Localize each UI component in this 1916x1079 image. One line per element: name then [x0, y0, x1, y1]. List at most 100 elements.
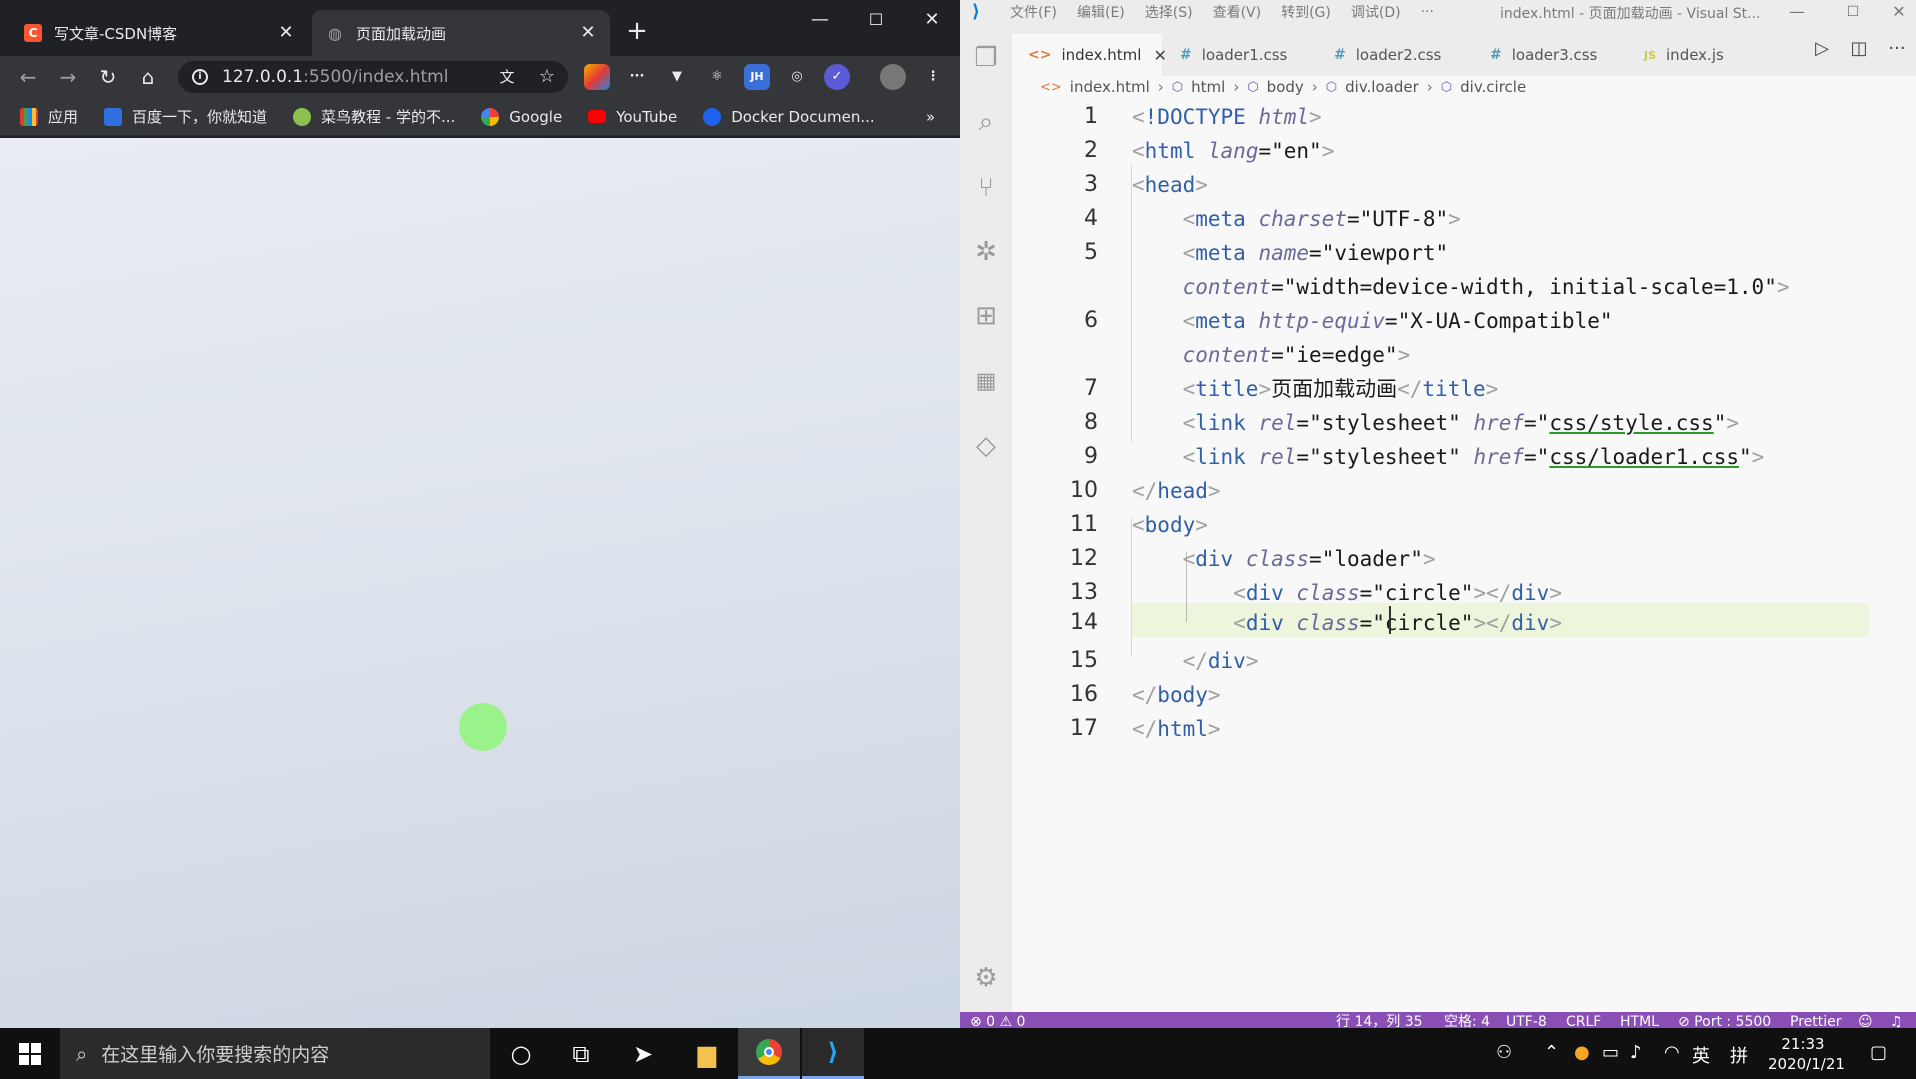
check-extension-icon[interactable]: ✓ [824, 64, 850, 90]
search-icon[interactable]: ⌕ [960, 96, 1012, 148]
info-icon[interactable]: i [192, 69, 208, 85]
back-icon[interactable]: ← [10, 59, 46, 95]
run-icon[interactable]: ▷ [1809, 36, 1835, 62]
cursor-position-status[interactable]: 行 14，列 35 [1336, 1012, 1423, 1028]
extension-dots-icon[interactable]: ··· [624, 64, 650, 90]
code-editor[interactable]: 1 <!DOCTYPE html> 2 <html lang="en"> 3 <hea… [1012, 100, 1916, 1012]
people-icon[interactable]: ⚇ [1496, 1042, 1512, 1063]
react-devtools-icon[interactable]: ⚛ [704, 64, 730, 90]
breadcrumb-item[interactable]: ⬡ html › [1172, 78, 1248, 96]
split-editor-icon[interactable]: ◫ [1846, 36, 1872, 62]
tab-csdn[interactable]: C 写文章-CSDN博客 ✕ [10, 10, 308, 56]
debug-icon[interactable]: ✲ [960, 226, 1012, 278]
close-window-icon[interactable]: ✕ [1876, 0, 1916, 24]
tab-loader-page[interactable]: ◍ 页面加载动画 ✕ [312, 10, 610, 56]
settings-gear-icon[interactable]: ⚙ [960, 952, 1012, 1004]
battery-icon[interactable]: ▭ [1602, 1042, 1619, 1063]
extension-colorful-icon[interactable] [584, 64, 610, 90]
close-window-icon[interactable]: ✕ [912, 8, 952, 32]
encoding-status[interactable]: UTF-8 [1506, 1012, 1547, 1028]
menu-file[interactable]: 文件(F) [1010, 2, 1057, 22]
breadcrumb-item[interactable]: ⬡ body › [1247, 78, 1325, 96]
indentation-status[interactable]: 空格: 4 [1444, 1012, 1490, 1028]
bookmark-google[interactable]: Google [481, 107, 562, 126]
globe-icon: ◍ [328, 23, 342, 43]
menu-view[interactable]: 查看(V) [1213, 2, 1262, 22]
start-button[interactable] [0, 1028, 60, 1079]
bookmark-star-icon[interactable]: ☆ [534, 64, 560, 90]
tab-loader1-css[interactable]: # loader1.css [1164, 34, 1314, 76]
prettier-status[interactable]: Prettier [1790, 1012, 1842, 1028]
send-app-icon[interactable]: ➤ [612, 1028, 674, 1079]
bookmark-label: Docker Documen... [731, 107, 875, 126]
bookmark-baidu[interactable]: 百度一下，你就知道 [104, 106, 267, 127]
menu-kebab-icon[interactable]: ⋮ [920, 64, 946, 90]
close-icon[interactable]: ✕ [578, 23, 598, 43]
wifi-icon[interactable]: ◠ [1664, 1042, 1680, 1063]
breadcrumb-item[interactable]: <> index.html › [1040, 78, 1172, 96]
new-tab-button[interactable]: + [622, 16, 652, 46]
line-number: 1 [1084, 104, 1098, 129]
source-control-icon[interactable]: ⑂ [960, 162, 1012, 214]
file-explorer-icon[interactable]: ▆ [676, 1028, 738, 1079]
minimize-icon[interactable]: — [1774, 0, 1820, 24]
chrome-taskbar-icon[interactable] [738, 1028, 800, 1079]
menu-go[interactable]: 转到(G) [1281, 2, 1331, 22]
notifications-bell-icon[interactable]: ♫ [1890, 1012, 1903, 1028]
eol-status[interactable]: CRLF [1566, 1012, 1601, 1028]
vscode-taskbar-icon[interactable]: ⟩ [802, 1028, 864, 1079]
cortana-icon[interactable]: ○ [490, 1028, 552, 1079]
vue-devtools-icon[interactable]: ▼ [664, 64, 690, 90]
system-clock[interactable]: 21:33 2020/1/21 [1768, 1034, 1845, 1074]
language-status[interactable]: HTML [1620, 1012, 1659, 1028]
tab-loader2-css[interactable]: # loader2.css [1318, 34, 1468, 76]
bookmark-docker[interactable]: Docker Documen... [703, 107, 875, 126]
close-icon[interactable]: ✕ [276, 23, 296, 43]
remote-icon[interactable]: ◇ [960, 420, 1012, 472]
menu-more[interactable]: ··· [1421, 4, 1434, 20]
breadcrumb-item[interactable]: ⬡ div.circle [1441, 78, 1526, 96]
avatar[interactable] [880, 64, 906, 90]
reload-icon[interactable]: ↻ [90, 59, 126, 95]
href-link[interactable]: css/style.css [1549, 411, 1713, 435]
explorer-icon[interactable]: ❐ [960, 32, 1012, 84]
tray-app-icon[interactable]: ● [1574, 1042, 1590, 1063]
menu-edit[interactable]: 编辑(E) [1077, 2, 1125, 22]
taskbar-search[interactable]: ⌕ 在这里输入你要搜索的内容 [60, 1028, 490, 1079]
code-text: content="ie=edge"> [1182, 343, 1411, 367]
problems-status[interactable]: ⊗ 0 ⚠ 0 [970, 1012, 1025, 1028]
maximize-icon[interactable]: ☐ [856, 8, 896, 32]
feedback-smiley-icon[interactable]: ☺ [1858, 1012, 1873, 1028]
minimize-icon[interactable]: — [800, 8, 840, 32]
google-icon [481, 107, 500, 126]
target-extension-icon[interactable]: ◎ [784, 64, 810, 90]
translate-icon[interactable]: 文 [494, 64, 520, 90]
home-icon[interactable]: ⌂ [130, 59, 166, 95]
task-view-icon[interactable]: ⧉ [550, 1028, 612, 1079]
menu-selection[interactable]: 选择(S) [1145, 2, 1193, 22]
breadcrumb-item[interactable]: ⬡ div.loader › [1326, 78, 1441, 96]
live-server-port-status[interactable]: ⊘ Port : 5500 [1678, 1012, 1771, 1028]
more-actions-icon[interactable]: ··· [1884, 36, 1910, 62]
menu-debug[interactable]: 调试(D) [1351, 2, 1401, 22]
volume-icon[interactable]: ♪ [1630, 1042, 1642, 1063]
bookmark-apps[interactable]: 应用 [20, 106, 78, 127]
tab-index-js[interactable]: JS index.js [1628, 34, 1758, 76]
bookmark-runoob[interactable]: 菜鸟教程 - 学的不... [293, 106, 455, 127]
docker-icon[interactable]: ▦ [960, 356, 1012, 408]
jh-extension-icon[interactable]: JH [744, 64, 770, 90]
ime-mode-indicator[interactable]: 拼 [1730, 1042, 1748, 1068]
bookmarks-more-icon[interactable]: » [926, 108, 935, 126]
notifications-icon[interactable]: ▢ [1870, 1042, 1887, 1063]
bookmark-youtube[interactable]: YouTube [588, 108, 677, 126]
href-link[interactable]: css/loader1.css [1549, 445, 1739, 469]
tab-title: 页面加载动画 [356, 24, 447, 43]
maximize-icon[interactable]: ☐ [1830, 0, 1876, 24]
ime-indicator[interactable]: 英 [1692, 1042, 1710, 1068]
forward-icon[interactable]: → [50, 59, 86, 95]
tab-index-html[interactable]: <> index.html ✕ [1012, 34, 1167, 76]
windows-taskbar: ⌕ 在这里输入你要搜索的内容 ○ ⧉ ➤ ▆ ⟩ ⚇ ⌃ ● ▭ ♪ ◠ 英 拼… [0, 1028, 1916, 1079]
tab-loader3-css[interactable]: # loader3.css [1474, 34, 1624, 76]
chevron-up-icon[interactable]: ⌃ [1544, 1042, 1559, 1063]
extensions-icon[interactable]: ⊞ [960, 290, 1012, 342]
